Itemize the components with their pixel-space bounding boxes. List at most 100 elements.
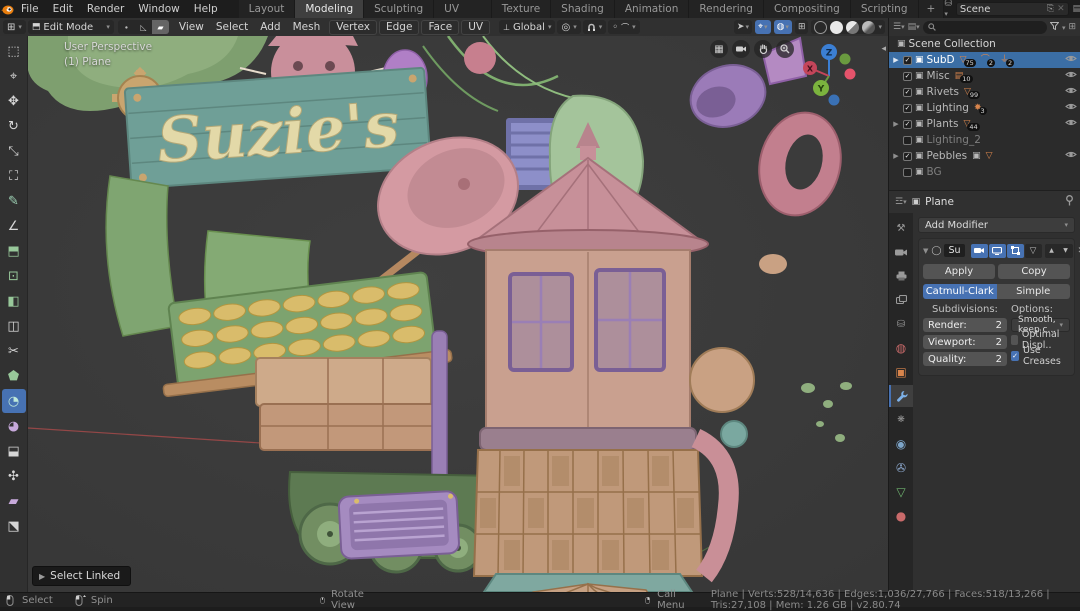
tool-bevel-icon[interactable]: ◧ bbox=[2, 289, 26, 313]
menu-file[interactable]: File bbox=[14, 0, 46, 18]
tab-modifiers[interactable] bbox=[889, 385, 913, 407]
menu-window[interactable]: Window bbox=[131, 0, 186, 18]
outliner-row-rivets[interactable]: ✓ ▣ Rivets ▽ 99 bbox=[889, 84, 1080, 100]
tab-tool[interactable]: ⚒ bbox=[889, 217, 913, 239]
expand-icon[interactable]: ▶ bbox=[892, 152, 900, 160]
expand-icon[interactable]: ▶ bbox=[892, 120, 900, 128]
catmull-clark-button[interactable]: Catmull-Clark bbox=[923, 284, 997, 299]
tab-object[interactable]: ▣ bbox=[889, 361, 913, 383]
viewport-menu-mesh[interactable]: Mesh bbox=[287, 18, 327, 36]
outliner-search-input[interactable] bbox=[922, 20, 1048, 34]
modifier-cage-toggle[interactable]: ▽ bbox=[1024, 243, 1042, 258]
outliner-editor-type-icon[interactable]: ☰▾ bbox=[893, 22, 905, 32]
tool-shrink-fatten-icon[interactable]: ✣ bbox=[2, 464, 26, 488]
move-modifier-up-button[interactable]: ▲ bbox=[1045, 244, 1059, 258]
collection-checkbox[interactable]: ✓ bbox=[903, 119, 912, 129]
tab-physics[interactable]: ◉ bbox=[889, 433, 913, 455]
collection-checkbox[interactable]: ✓ bbox=[903, 55, 912, 65]
visibility-eye-icon[interactable] bbox=[1065, 102, 1077, 114]
pin-icon[interactable] bbox=[1065, 195, 1074, 209]
modifier-editmode-toggle[interactable] bbox=[1006, 243, 1024, 258]
gizmos-toggle[interactable]: ⌖ ▾ bbox=[754, 20, 771, 34]
workspace-tab-modeling[interactable]: Modeling bbox=[295, 0, 365, 18]
outliner-row-bg[interactable]: ▣ BG bbox=[889, 164, 1080, 180]
visibility-eye-icon[interactable] bbox=[1065, 54, 1077, 66]
tool-move-icon[interactable]: ✥ bbox=[2, 89, 26, 113]
workspace-tab-animation[interactable]: Animation bbox=[614, 0, 690, 18]
collection-checkbox[interactable]: ✓ bbox=[903, 71, 912, 81]
sidebar-collapse-arrow[interactable]: ◂ bbox=[881, 44, 886, 54]
tool-spin-icon[interactable]: ◔ bbox=[1, 389, 26, 413]
modifier-render-toggle[interactable] bbox=[970, 243, 988, 258]
element-menu-face[interactable]: Face bbox=[421, 19, 460, 35]
field-quality[interactable]: Quality: 2 bbox=[923, 352, 1007, 366]
tab-render[interactable] bbox=[889, 241, 913, 263]
workspace-tab-layout[interactable]: Layout bbox=[238, 0, 296, 18]
outliner-display-mode-icon[interactable]: ▤▾ bbox=[908, 22, 920, 32]
camera-view-button[interactable] bbox=[732, 40, 750, 58]
tool-measure-icon[interactable]: ∠ bbox=[2, 214, 26, 238]
modifier-expand-icon[interactable]: ▼ bbox=[923, 247, 928, 255]
field-viewport[interactable]: Viewport: 2 bbox=[923, 335, 1007, 349]
workspace-tab-scripting[interactable]: Scripting bbox=[850, 0, 919, 18]
navigation-gizmo[interactable]: Z X Y bbox=[798, 40, 860, 106]
use-creases-checkbox[interactable]: ✓ bbox=[1011, 351, 1020, 361]
modifier-name-field[interactable]: Su bbox=[944, 244, 965, 257]
workspace-tab-compositing[interactable]: Compositing bbox=[763, 0, 851, 18]
outliner-row-lighting_2[interactable]: ▣ Lighting_2 bbox=[889, 132, 1080, 148]
element-menu-edge[interactable]: Edge bbox=[379, 19, 420, 35]
optimal-display-checkbox[interactable] bbox=[1011, 335, 1018, 345]
menu-help[interactable]: Help bbox=[187, 0, 225, 18]
move-modifier-down-button[interactable]: ▼ bbox=[1059, 244, 1073, 258]
tab-output[interactable] bbox=[889, 265, 913, 287]
copy-button[interactable]: Copy bbox=[998, 264, 1070, 279]
workspace-tab-sculpting[interactable]: Sculpting bbox=[364, 0, 435, 18]
tab-scene[interactable]: ⛁ bbox=[889, 313, 913, 335]
tool-loop-cut-icon[interactable]: ◫ bbox=[2, 314, 26, 338]
tab-constraints[interactable]: ✇ bbox=[889, 457, 913, 479]
collection-checkbox[interactable] bbox=[903, 135, 912, 145]
vertex-select-mode-button[interactable]: ∙ bbox=[117, 20, 135, 34]
proportional-editing-toggle[interactable]: ◦ ⌒ ▾ bbox=[608, 20, 640, 34]
tool-annotate-icon[interactable]: ✎ bbox=[2, 189, 26, 213]
visibility-eye-icon[interactable] bbox=[1065, 70, 1077, 82]
outliner-row-misc[interactable]: ✓ ▣ Misc ▤ 10 bbox=[889, 68, 1080, 84]
show-gizmo-dropdown[interactable]: ➤ ▾ bbox=[733, 20, 752, 34]
pan-view-button[interactable] bbox=[754, 40, 772, 58]
xray-toggle[interactable]: ⊞ bbox=[794, 20, 809, 34]
operator-panel[interactable]: ▶ Select Linked bbox=[32, 566, 132, 586]
tool-cursor-icon[interactable]: ⌖ bbox=[2, 64, 26, 88]
tool-select-box-icon[interactable]: ⬚ bbox=[2, 39, 26, 63]
menu-edit[interactable]: Edit bbox=[46, 0, 80, 18]
viewlayer-browse-icon[interactable]: ▤▾ bbox=[1073, 4, 1080, 14]
unlink-scene-icon[interactable]: ✕ bbox=[1057, 4, 1065, 14]
outliner-row-plants[interactable]: ▶✓▣Plants ▽44 bbox=[889, 116, 1080, 132]
viewport-3d[interactable]: Suzie's User Perspective (1) Plane ▦ Z X… bbox=[28, 36, 888, 592]
tool-rip-region-icon[interactable]: ⬔ bbox=[2, 514, 26, 538]
visibility-eye-icon[interactable] bbox=[1065, 118, 1077, 130]
add-workspace-button[interactable]: + bbox=[918, 0, 945, 18]
properties-editor-type-icon[interactable]: ☲▾ bbox=[895, 197, 907, 207]
add-modifier-dropdown[interactable]: Add Modifier ▾ bbox=[918, 217, 1075, 233]
tool-poly-build-icon[interactable]: ⬟ bbox=[2, 364, 26, 388]
tab-particles[interactable]: ❋ bbox=[889, 409, 913, 431]
edge-select-mode-button[interactable]: ◺ bbox=[134, 20, 152, 34]
visibility-eye-icon[interactable] bbox=[1065, 150, 1077, 162]
new-collection-icon[interactable]: ⊞ bbox=[1068, 22, 1076, 32]
visibility-eye-icon[interactable] bbox=[1065, 86, 1077, 98]
tool-inset-faces-icon[interactable]: ⊡ bbox=[2, 264, 26, 288]
tab-material[interactable]: ● bbox=[889, 505, 913, 527]
tab-object-data[interactable]: ▽ bbox=[889, 481, 913, 503]
collection-checkbox[interactable]: ✓ bbox=[903, 103, 912, 113]
transform-orientation-dropdown[interactable]: ⊥ Global ▾ bbox=[499, 20, 556, 34]
mode-dropdown[interactable]: ⬒ Edit Mode ▾ bbox=[27, 20, 114, 34]
tab-world[interactable]: ◍ bbox=[889, 337, 913, 359]
editor-type-icon[interactable]: ⊞ ▾ bbox=[3, 20, 26, 34]
apply-button[interactable]: Apply bbox=[923, 264, 995, 279]
solid-shading-icon[interactable] bbox=[830, 20, 844, 34]
tool-scale-icon[interactable]: ⤡ bbox=[2, 139, 26, 163]
delete-modifier-button[interactable]: ✕ bbox=[1076, 246, 1080, 256]
menu-render[interactable]: Render bbox=[80, 0, 131, 18]
tool-transform-icon[interactable]: ⛶ bbox=[2, 164, 26, 188]
rendered-shading-icon[interactable] bbox=[862, 20, 876, 34]
